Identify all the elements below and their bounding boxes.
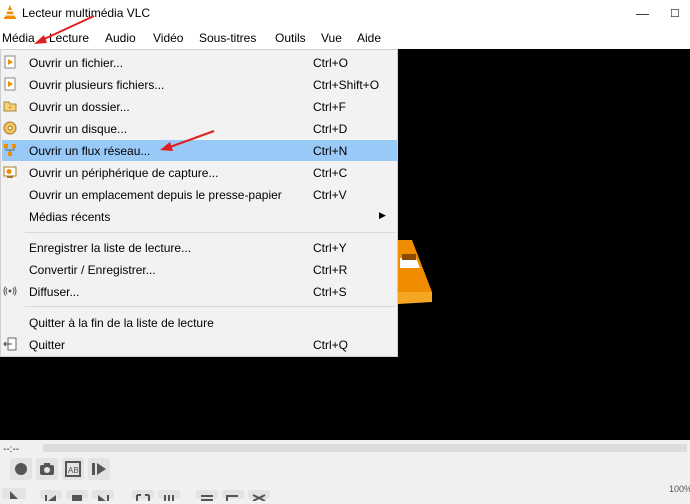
camera-icon: [40, 463, 54, 475]
vlc-logo-icon: [4, 5, 16, 19]
menu-item-quit-at-end[interactable]: Quitter à la fin de la liste de lecture: [2, 312, 397, 333]
loop-ab-button[interactable]: AB: [62, 458, 84, 480]
play-icon: [10, 491, 18, 499]
menu-item-label: Diffuser...: [29, 285, 80, 299]
open-files-icon: [4, 77, 16, 91]
network-icon: [4, 144, 16, 156]
menu-item-open-folder[interactable]: Ouvrir un dossier... Ctrl+F: [2, 96, 397, 117]
menu-item-recent-media[interactable]: Médias récents ▶: [2, 206, 397, 227]
playlist-icon: [201, 495, 213, 501]
previous-icon: [45, 495, 56, 501]
menu-separator: [25, 306, 395, 307]
menu-outils[interactable]: Outils: [275, 31, 306, 45]
menu-sous-titres[interactable]: Sous-titres: [199, 31, 256, 45]
menu-item-label: Quitter: [29, 338, 66, 352]
fullscreen-button[interactable]: [132, 490, 154, 501]
menu-item-label: Quitter à la fin de la liste de lecture: [29, 316, 214, 330]
play-button[interactable]: [2, 488, 26, 499]
menu-audio[interactable]: Audio: [105, 31, 136, 45]
vlc-cone-logo: [398, 240, 432, 304]
snapshot-button[interactable]: [36, 458, 58, 480]
folder-icon: [3, 101, 17, 112]
svg-text:AB: AB: [68, 466, 79, 475]
stop-button[interactable]: [66, 490, 88, 501]
menu-video[interactable]: Vidéo: [153, 31, 183, 45]
menu-item-label: Ouvrir un dossier...: [29, 100, 130, 114]
menu-item-label: Médias récents: [29, 210, 111, 224]
exit-icon: [3, 337, 17, 351]
menu-lecture[interactable]: Lecture: [49, 31, 89, 45]
menu-item-shortcut: Ctrl+V: [313, 188, 347, 202]
menu-item-open-capture-device[interactable]: Ouvrir un périphérique de capture... Ctr…: [2, 162, 397, 183]
menu-vue[interactable]: Vue: [321, 31, 342, 45]
loop-icon: [226, 495, 238, 501]
submenu-arrow-icon: ▶: [379, 210, 386, 220]
menu-item-label: Ouvrir un flux réseau...: [29, 144, 151, 158]
capture-device-icon: [3, 166, 17, 178]
seek-slider[interactable]: [43, 444, 687, 452]
open-file-icon: [4, 55, 16, 69]
equalizer-icon: [164, 495, 174, 501]
frame-step-button[interactable]: [88, 458, 110, 480]
menu-aide[interactable]: Aide: [357, 31, 381, 45]
menu-item-label: Ouvrir un fichier...: [29, 56, 124, 70]
menu-media[interactable]: Média: [2, 31, 35, 45]
record-button[interactable]: [10, 458, 32, 480]
menu-item-shortcut: Ctrl+Q: [313, 338, 349, 352]
title-bar: Lecteur multimédia VLC — ☐: [0, 0, 690, 28]
menu-item-shortcut: Ctrl+D: [313, 122, 348, 136]
record-icon: [15, 463, 27, 475]
shuffle-button[interactable]: [248, 490, 270, 502]
menu-item-shortcut: Ctrl+R: [313, 263, 348, 277]
control-row-main: [0, 488, 690, 502]
menu-item-convert-save[interactable]: Convertir / Enregistrer... Ctrl+R: [2, 259, 397, 280]
stream-icon: [3, 286, 17, 296]
menu-item-shortcut: Ctrl+C: [313, 166, 348, 180]
menu-item-save-playlist[interactable]: Enregistrer la liste de lecture... Ctrl+…: [2, 237, 397, 258]
menu-item-shortcut: Ctrl+S: [313, 285, 347, 299]
menu-item-stream[interactable]: Diffuser... Ctrl+S: [2, 281, 397, 302]
menu-separator: [25, 232, 395, 233]
menu-item-open-file[interactable]: Ouvrir un fichier... Ctrl+O: [2, 52, 397, 73]
maximize-icon[interactable]: ☐: [670, 7, 680, 20]
menu-item-open-multiple-files[interactable]: Ouvrir plusieurs fichiers... Ctrl+Shift+…: [2, 74, 397, 95]
menu-item-label: Ouvrir un emplacement depuis le presse-p…: [29, 188, 282, 202]
playlist-button[interactable]: [196, 490, 218, 501]
menu-item-label: Ouvrir un disque...: [29, 122, 128, 136]
menu-item-open-from-clipboard[interactable]: Ouvrir un emplacement depuis le presse-p…: [2, 184, 397, 205]
next-icon: [98, 495, 109, 501]
menu-item-quit[interactable]: Quitter Ctrl+Q: [2, 334, 397, 355]
fullscreen-icon: [136, 494, 150, 501]
menu-item-shortcut: Ctrl+Y: [313, 241, 347, 255]
menu-item-shortcut: Ctrl+O: [313, 56, 349, 70]
disc-icon: [3, 121, 17, 135]
volume-percent: 100%: [669, 484, 690, 494]
shuffle-icon: [252, 494, 266, 502]
extended-settings-button[interactable]: [158, 490, 180, 501]
stop-icon: [72, 495, 82, 501]
control-row-advanced: AB: [0, 458, 690, 484]
loop-ab-icon: AB: [65, 461, 81, 477]
menu-item-shortcut: Ctrl+Shift+O: [313, 78, 380, 92]
menu-item-label: Enregistrer la liste de lecture...: [29, 241, 192, 255]
menu-item-open-network-stream[interactable]: Ouvrir un flux réseau... Ctrl+N: [2, 140, 397, 161]
next-button[interactable]: [92, 490, 114, 501]
menu-item-label: Ouvrir un périphérique de capture...: [29, 166, 219, 180]
frame-step-icon: [92, 463, 106, 475]
media-dropdown-menu: Ouvrir un fichier... Ctrl+O Ouvrir plusi…: [0, 49, 398, 357]
elapsed-time: --:--: [3, 444, 20, 455]
minimize-icon[interactable]: —: [636, 6, 649, 21]
menu-bar: Média Lecture Audio Vidéo Sous-titres Ou…: [0, 28, 690, 49]
loop-button[interactable]: [222, 490, 244, 501]
menu-item-label: Ouvrir plusieurs fichiers...: [29, 78, 165, 92]
previous-button[interactable]: [40, 490, 62, 501]
menu-item-label: Convertir / Enregistrer...: [29, 263, 156, 277]
menu-item-shortcut: Ctrl+N: [313, 144, 348, 158]
menu-item-open-disc[interactable]: Ouvrir un disque... Ctrl+D: [2, 118, 397, 139]
menu-item-shortcut: Ctrl+F: [313, 100, 346, 114]
window-title: Lecteur multimédia VLC: [22, 6, 151, 20]
